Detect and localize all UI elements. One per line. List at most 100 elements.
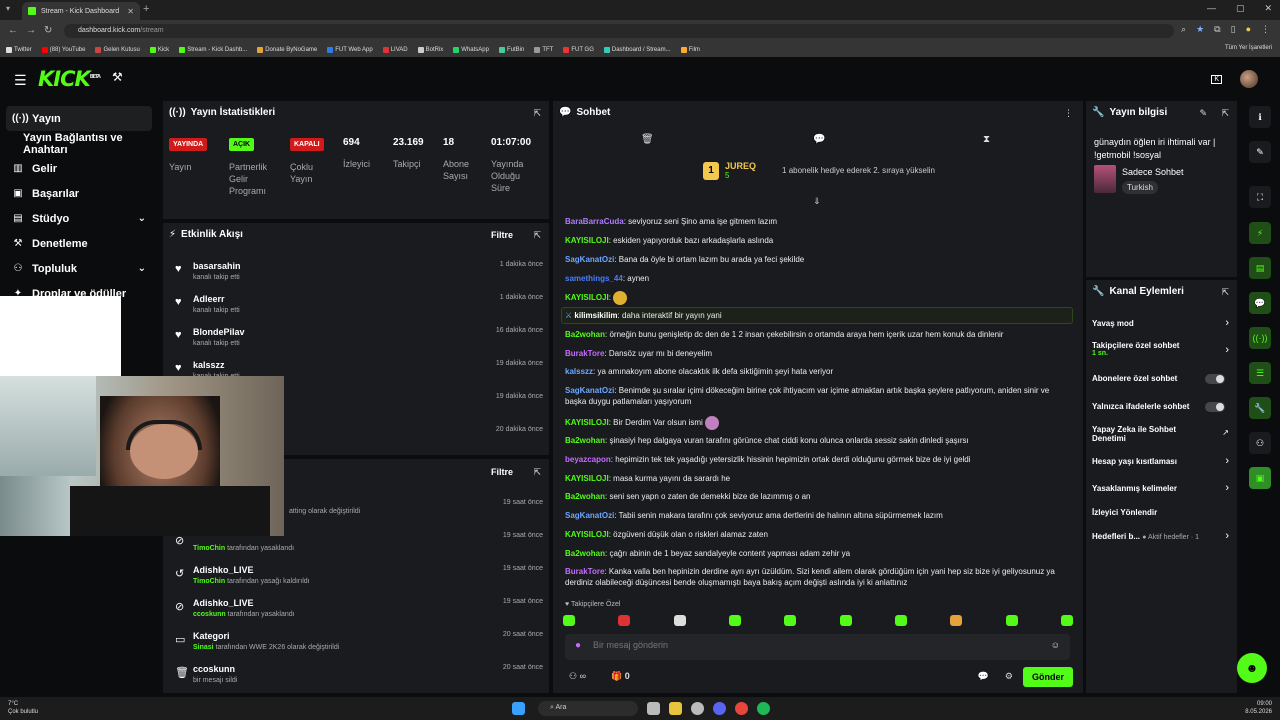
bookmark[interactable]: FutBin xyxy=(498,46,524,53)
scroll-down-icon[interactable]: ⇓ xyxy=(813,196,821,207)
emotes-only-toggle[interactable] xyxy=(1205,402,1225,412)
emote-icon[interactable] xyxy=(563,615,575,626)
language-tag[interactable]: Turkish xyxy=(1122,181,1158,194)
emote-icon[interactable] xyxy=(1005,615,1018,626)
browser-tab[interactable]: Stream - Kick Dashboard ✕ xyxy=(22,2,140,20)
reload-icon[interactable]: ↻ xyxy=(44,25,52,36)
weather-widget[interactable]: 7°C Çok bulutlu xyxy=(8,700,38,716)
frame-icon[interactable]: ⛶ xyxy=(1249,186,1271,208)
help-chat-icon[interactable]: ☻ xyxy=(1237,653,1267,683)
modlog-filter-button[interactable]: Filtre xyxy=(491,467,513,477)
url-field[interactable]: dashboard.kick.com/stream xyxy=(64,24,1174,38)
spotify-icon[interactable] xyxy=(757,702,770,715)
kick-box-icon[interactable]: K xyxy=(1211,74,1222,84)
emoji-picker-icon[interactable]: ☺ xyxy=(1051,640,1060,650)
send-button[interactable]: Gönder xyxy=(1023,667,1073,687)
emote-icon[interactable] xyxy=(618,615,631,626)
emote-icon[interactable] xyxy=(1060,615,1073,626)
banned-words-row[interactable]: Yasaklanmış kelimeler xyxy=(1092,484,1232,493)
chevron-right-icon[interactable]: › xyxy=(1225,317,1229,329)
bookmark[interactable]: Twitter xyxy=(6,46,32,53)
sidebar-item-studyo[interactable]: ▤ Stüdyo ⌄ xyxy=(6,206,152,231)
back-icon[interactable]: ← xyxy=(8,25,18,36)
close-window-icon[interactable]: ✕ xyxy=(1264,3,1272,14)
profile-icon[interactable]: ● xyxy=(1246,24,1251,35)
task-view-icon[interactable] xyxy=(647,702,660,715)
chat-settings-bubble-icon[interactable]: 💬 xyxy=(978,671,989,682)
all-bookmarks[interactable]: Tüm Yer İşaretleri xyxy=(1225,45,1272,51)
popout-icon[interactable]: ⇱ xyxy=(533,467,541,478)
bookmark[interactable]: FUT Web App xyxy=(327,46,373,53)
windows-start-icon[interactable] xyxy=(512,702,525,715)
bookmark[interactable]: Film xyxy=(680,46,700,53)
user-avatar[interactable] xyxy=(1240,70,1258,88)
chrome-icon[interactable] xyxy=(735,702,748,715)
close-tab-icon[interactable]: ✕ xyxy=(127,7,134,16)
clear-chat-icon[interactable]: 🗑 xyxy=(641,134,654,145)
people-icon[interactable]: ⚇ xyxy=(1249,432,1271,454)
bookmark[interactable]: Donate ByNoGame xyxy=(257,46,317,53)
bookmark-star-icon[interactable]: ★ xyxy=(1196,24,1204,35)
popout-icon[interactable]: ⇱ xyxy=(1221,108,1229,119)
emote-icon[interactable] xyxy=(950,615,963,626)
popout-icon[interactable]: ⇱ xyxy=(1221,287,1229,298)
popout-icon[interactable]: ⇱ xyxy=(533,108,541,119)
gift-counter[interactable]: 🎁 0 xyxy=(611,671,630,682)
external-link-icon[interactable]: ↗ xyxy=(1222,428,1229,437)
emote-icon[interactable] xyxy=(839,615,852,626)
viewers-infinite-icon[interactable]: ⚇ ∞ xyxy=(569,671,586,682)
bookmark[interactable]: FUT GG xyxy=(563,46,594,53)
bookmark[interactable]: Gelen Kutusu xyxy=(95,46,140,53)
minimize-icon[interactable]: — xyxy=(1207,3,1216,14)
kick-logo[interactable]: KICKBETA xyxy=(38,67,101,91)
taskbar-search[interactable]: ⌕ Ara xyxy=(538,701,638,716)
subscribers-only-toggle[interactable] xyxy=(1205,374,1225,384)
tab-list-icon[interactable]: ▾ xyxy=(6,4,10,13)
pencil-icon[interactable]: ✎ xyxy=(1249,141,1271,163)
broadcast-icon[interactable]: ((·)) xyxy=(1249,327,1271,349)
zoom-icon[interactable]: ⌕ xyxy=(1181,24,1186,35)
sidebar-item-yayin[interactable]: ((·)) Yayın xyxy=(6,106,152,131)
sidebar-toggle-icon[interactable]: ▯ xyxy=(1231,24,1236,35)
list-icon[interactable]: ☰ xyxy=(1249,362,1271,384)
chevron-right-icon[interactable]: › xyxy=(1225,455,1229,467)
account-age-row[interactable]: Hesap yaşı kısıtlaması xyxy=(1092,457,1232,466)
bookmark[interactable]: Dashboard / Stream... xyxy=(603,46,671,53)
extensions-icon[interactable]: ⧉ xyxy=(1214,24,1220,35)
clock[interactable]: 09:00 8.05.2026 xyxy=(1245,700,1272,716)
bookmark[interactable]: TFT xyxy=(534,46,553,53)
sidebar-item-basarilar[interactable]: ▣ Başarılar xyxy=(6,181,152,206)
mod-hammer-icon[interactable]: ⚒ xyxy=(112,70,123,84)
sidebar-item-topluluk[interactable]: ⚇ Topluluk ⌄ xyxy=(6,256,152,281)
popout-icon[interactable]: ⇱ xyxy=(533,230,541,241)
chat-input[interactable] xyxy=(593,640,1033,650)
menu-icon[interactable]: ☰ xyxy=(14,72,27,89)
ai-moderation-row[interactable]: Yapay Zeka ile Sohbet Denetimi xyxy=(1092,425,1207,443)
raid-row[interactable]: İzleyici Yönlendir xyxy=(1092,508,1232,517)
goals-row[interactable]: Hedefleri b... ● Aktif hedefler · 1 xyxy=(1092,532,1232,541)
sidebar-item-stream-key[interactable]: Yayın Bağlantısı ve Anahtarı xyxy=(6,131,152,156)
activity-filter-button[interactable]: Filtre xyxy=(491,230,513,240)
new-tab-icon[interactable]: + xyxy=(143,3,149,15)
file-explorer-icon[interactable] xyxy=(669,702,682,715)
chat-icon[interactable]: 💬 xyxy=(1249,292,1271,314)
info-icon[interactable]: ℹ xyxy=(1249,106,1271,128)
settings-gear-icon[interactable]: ⚙ xyxy=(1005,671,1013,682)
chevron-right-icon[interactable]: › xyxy=(1225,344,1229,356)
slow-mode-row[interactable]: Yavaş mod xyxy=(1092,319,1232,328)
sidebar-item-gelir[interactable]: ▥ Gelir xyxy=(6,156,152,181)
obs-icon[interactable] xyxy=(691,702,704,715)
sidebar-item-denetleme[interactable]: ⚒ Denetleme xyxy=(6,231,152,256)
emote-icon[interactable] xyxy=(784,615,797,626)
bookmark[interactable]: LIVAD xyxy=(382,46,408,53)
followers-only-row[interactable]: Takipçilere özel sohbet 1 sn. xyxy=(1092,341,1232,357)
bookmark[interactable]: WhatsApp xyxy=(453,46,489,53)
edit-icon[interactable]: ✎ xyxy=(1199,108,1207,119)
emote-icon[interactable] xyxy=(894,615,907,626)
emote-icon[interactable] xyxy=(673,615,686,626)
kick-game-icon[interactable]: ▣ xyxy=(1249,467,1271,489)
gift-leaderboard[interactable]: 1 JUREQ 5 1 abonelik hediye ederek 2. sı… xyxy=(703,161,935,180)
bookmark[interactable]: BotRix xyxy=(417,46,443,53)
wrench-icon[interactable]: 🔧 xyxy=(1249,397,1271,419)
slow-mode-icon[interactable]: ⧗ xyxy=(983,134,990,145)
